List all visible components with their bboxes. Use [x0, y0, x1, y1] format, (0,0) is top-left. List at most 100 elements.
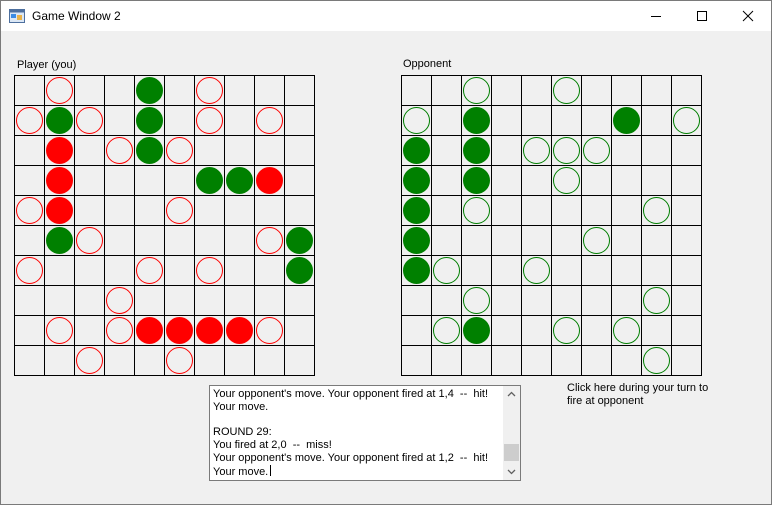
opponent-cell[interactable]: [641, 345, 672, 376]
opponent-cell[interactable]: [491, 255, 522, 286]
opponent-cell[interactable]: [611, 225, 642, 256]
opponent-cell[interactable]: [641, 255, 672, 286]
opponent-cell[interactable]: [401, 315, 432, 346]
opponent-cell[interactable]: [431, 345, 462, 376]
opponent-cell[interactable]: [521, 75, 552, 106]
opponent-cell[interactable]: [611, 75, 642, 106]
opponent-cell[interactable]: [551, 345, 582, 376]
opponent-cell[interactable]: [611, 135, 642, 166]
opponent-cell[interactable]: [521, 345, 552, 376]
opponent-cell[interactable]: [671, 345, 702, 376]
opponent-cell[interactable]: [581, 105, 612, 136]
opponent-cell[interactable]: [641, 165, 672, 196]
opponent-cell[interactable]: [491, 315, 522, 346]
opponent-cell[interactable]: [641, 315, 672, 346]
opponent-cell[interactable]: [581, 315, 612, 346]
opponent-cell[interactable]: [461, 285, 492, 316]
opponent-cell[interactable]: [641, 75, 672, 106]
opponent-cell[interactable]: [581, 255, 612, 286]
opponent-cell[interactable]: [521, 105, 552, 136]
opponent-cell[interactable]: [401, 285, 432, 316]
opponent-cell[interactable]: [431, 255, 462, 286]
opponent-cell[interactable]: [611, 255, 642, 286]
opponent-cell[interactable]: [551, 315, 582, 346]
opponent-cell[interactable]: [581, 285, 612, 316]
opponent-cell[interactable]: [461, 195, 492, 226]
opponent-cell[interactable]: [491, 135, 522, 166]
opponent-cell[interactable]: [611, 165, 642, 196]
opponent-cell[interactable]: [431, 75, 462, 106]
opponent-cell[interactable]: [611, 345, 642, 376]
opponent-cell[interactable]: [461, 225, 492, 256]
opponent-cell[interactable]: [461, 255, 492, 286]
opponent-cell[interactable]: [551, 165, 582, 196]
opponent-cell[interactable]: [521, 315, 552, 346]
opponent-cell[interactable]: [671, 135, 702, 166]
opponent-cell[interactable]: [581, 135, 612, 166]
opponent-cell[interactable]: [581, 75, 612, 106]
opponent-cell[interactable]: [401, 345, 432, 376]
opponent-cell[interactable]: [431, 225, 462, 256]
opponent-cell[interactable]: [581, 165, 612, 196]
opponent-cell[interactable]: [551, 135, 582, 166]
opponent-cell[interactable]: [671, 105, 702, 136]
opponent-cell[interactable]: [641, 285, 672, 316]
scroll-thumb[interactable]: [504, 444, 519, 461]
scroll-up-button[interactable]: [503, 386, 520, 403]
opponent-cell[interactable]: [521, 165, 552, 196]
opponent-cell[interactable]: [401, 75, 432, 106]
opponent-cell[interactable]: [551, 75, 582, 106]
opponent-cell[interactable]: [491, 165, 522, 196]
opponent-cell[interactable]: [431, 135, 462, 166]
opponent-cell[interactable]: [551, 255, 582, 286]
opponent-cell[interactable]: [551, 285, 582, 316]
opponent-cell[interactable]: [491, 225, 522, 256]
opponent-cell[interactable]: [671, 165, 702, 196]
opponent-cell[interactable]: [671, 225, 702, 256]
opponent-cell[interactable]: [671, 315, 702, 346]
opponent-cell[interactable]: [611, 285, 642, 316]
opponent-cell[interactable]: [491, 195, 522, 226]
opponent-cell[interactable]: [671, 75, 702, 106]
opponent-cell[interactable]: [521, 225, 552, 256]
opponent-cell[interactable]: [581, 195, 612, 226]
maximize-button[interactable]: [679, 1, 725, 31]
opponent-cell[interactable]: [641, 105, 672, 136]
opponent-cell[interactable]: [611, 315, 642, 346]
opponent-cell[interactable]: [491, 75, 522, 106]
log-scrollbar[interactable]: [503, 386, 520, 480]
opponent-cell[interactable]: [641, 135, 672, 166]
opponent-cell[interactable]: [641, 195, 672, 226]
opponent-cell[interactable]: [431, 195, 462, 226]
minimize-button[interactable]: [633, 1, 679, 31]
opponent-cell[interactable]: [671, 255, 702, 286]
opponent-cell[interactable]: [431, 285, 462, 316]
scroll-down-button[interactable]: [503, 463, 520, 480]
opponent-cell[interactable]: [521, 195, 552, 226]
opponent-cell[interactable]: [551, 105, 582, 136]
close-button[interactable]: [725, 1, 771, 31]
opponent-cell[interactable]: [581, 225, 612, 256]
opponent-cell[interactable]: [521, 285, 552, 316]
opponent-cell[interactable]: [491, 105, 522, 136]
opponent-cell[interactable]: [431, 105, 462, 136]
title-bar[interactable]: Game Window 2: [1, 1, 771, 31]
opponent-cell[interactable]: [521, 255, 552, 286]
opponent-cell[interactable]: [611, 195, 642, 226]
opponent-cell[interactable]: [671, 285, 702, 316]
game-log[interactable]: Your opponent's move. Your opponent fire…: [209, 385, 521, 481]
opponent-cell[interactable]: [431, 315, 462, 346]
opponent-cell[interactable]: [431, 165, 462, 196]
game-log-text[interactable]: Your opponent's move. Your opponent fire…: [213, 388, 500, 478]
opponent-cell[interactable]: [491, 345, 522, 376]
opponent-cell[interactable]: [581, 345, 612, 376]
opponent-board[interactable]: [401, 75, 702, 376]
opponent-cell[interactable]: [521, 135, 552, 166]
opponent-cell[interactable]: [461, 345, 492, 376]
opponent-cell[interactable]: [551, 195, 582, 226]
opponent-cell[interactable]: [491, 285, 522, 316]
opponent-cell[interactable]: [461, 75, 492, 106]
opponent-cell[interactable]: [551, 225, 582, 256]
opponent-cell[interactable]: [641, 225, 672, 256]
opponent-cell[interactable]: [671, 195, 702, 226]
